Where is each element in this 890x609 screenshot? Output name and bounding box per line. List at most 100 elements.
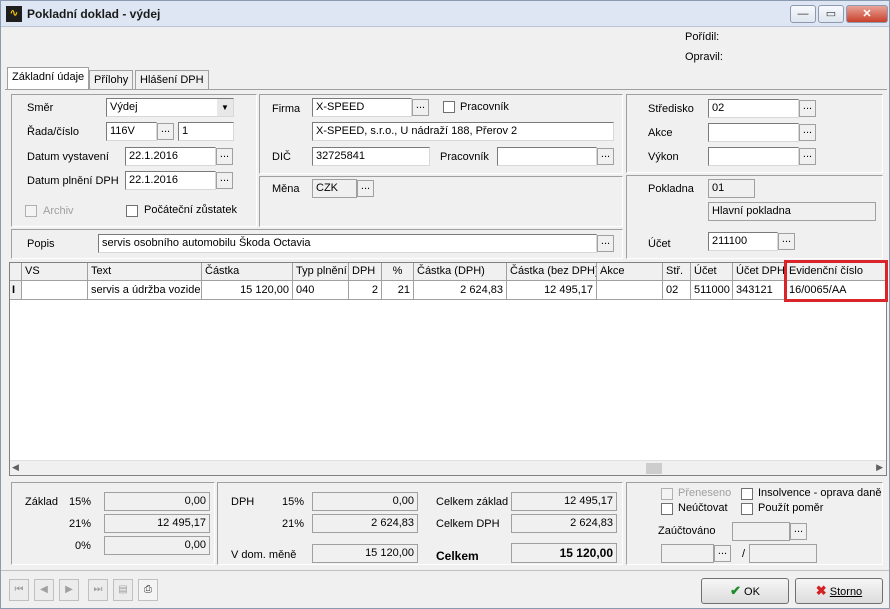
celkem-dph-label: Celkem DPH <box>436 518 500 530</box>
dph-21-label: 21% <box>282 518 305 530</box>
previous-record-icon[interactable]: ◀ <box>34 579 54 601</box>
scroll-left-icon[interactable]: ◀ <box>12 462 19 473</box>
tab-hlaseni-dph[interactable]: Hlášení DPH <box>135 70 209 90</box>
datum-dph-field[interactable]: 22.1.2016 <box>125 171 216 190</box>
storno-button[interactable]: ✖ Storno <box>795 578 883 604</box>
dph-15-value: 0,00 <box>312 492 418 511</box>
preneseno-checkbox[interactable] <box>661 488 673 500</box>
cell-procento[interactable]: 21 <box>382 281 414 300</box>
zauctovano-browse-button[interactable]: ... <box>790 523 807 540</box>
zauctovano-slash: / <box>742 548 746 560</box>
pracovnik-browse-button[interactable]: ... <box>597 148 614 165</box>
firma-browse-button[interactable]: ... <box>412 99 429 116</box>
firma-full-field: X-SPEED, s.r.o., U nádraží 188, Přerov 2 <box>312 122 614 141</box>
rada-browse-button[interactable]: ... <box>157 123 174 140</box>
horizontal-scrollbar[interactable]: ◀ ▶ <box>10 460 886 475</box>
column-header-dph[interactable]: DPH <box>349 263 382 281</box>
neuctovat-checkbox[interactable] <box>661 503 673 515</box>
vykon-field[interactable] <box>708 147 799 166</box>
akce-field[interactable] <box>708 123 799 142</box>
cislo-field[interactable]: 1 <box>178 122 234 141</box>
firma-field[interactable]: X-SPEED <box>312 98 412 117</box>
row-marker: I <box>10 281 22 300</box>
column-header-ucet[interactable]: Účet <box>691 263 733 281</box>
print-icon[interactable]: ⎙ <box>138 579 158 601</box>
datum-dph-picker[interactable]: ... <box>216 172 233 189</box>
zauctovano-label: Zaúčtováno <box>658 525 716 537</box>
smer-select[interactable]: Výdej ▼ <box>106 98 234 117</box>
next-record-icon[interactable]: ▶ <box>59 579 79 601</box>
column-header-procento[interactable]: % <box>382 263 414 281</box>
datum-dph-label: Datum plnění DPH <box>27 175 119 187</box>
dph-label: DPH <box>231 496 255 508</box>
pracovnik-checkbox[interactable] <box>443 101 455 113</box>
archiv-checkbox[interactable] <box>25 205 37 217</box>
popis-label: Popis <box>27 238 55 250</box>
cancel-x-icon: ✖ <box>815 583 827 598</box>
cell-akce[interactable] <box>597 281 663 300</box>
stredisko-browse-button[interactable]: ... <box>799 100 816 117</box>
print-preview-icon[interactable]: ▤ <box>113 579 133 601</box>
pracovnik-checkbox-label: Pracovník <box>460 101 509 113</box>
pocatecni-zustatek-checkbox[interactable] <box>126 205 138 217</box>
cell-typ-plneni[interactable]: 040 <box>293 281 349 300</box>
vykon-browse-button[interactable]: ... <box>799 148 816 165</box>
pracovnik-field[interactable] <box>497 147 597 166</box>
scroll-thumb[interactable] <box>646 463 662 474</box>
datum-vystaveni-field[interactable]: 22.1.2016 <box>125 147 216 166</box>
tab-prilohy[interactable]: Přílohy <box>89 70 134 90</box>
mena-browse-button[interactable]: ... <box>357 180 374 197</box>
insolvence-checkbox[interactable] <box>741 488 753 500</box>
dic-field[interactable]: 32725841 <box>312 147 430 166</box>
cell-ucet-dph[interactable]: 343121 <box>733 281 786 300</box>
cell-castka[interactable]: 15 120,00 <box>202 281 293 300</box>
chevron-down-icon[interactable]: ▼ <box>217 99 233 116</box>
cell-stredisko[interactable]: 02 <box>663 281 691 300</box>
column-header-text[interactable]: Text <box>88 263 202 281</box>
column-header-castka-bez-dph[interactable]: Částka (bez DPH) <box>507 263 597 281</box>
cell-castka-dph[interactable]: 2 624,83 <box>414 281 507 300</box>
datum-vystaveni-picker[interactable]: ... <box>216 148 233 165</box>
stredisko-field[interactable]: 02 <box>708 99 799 118</box>
items-table[interactable]: VS Text Částka Typ plnění DPH % Částka (… <box>9 260 888 476</box>
column-header-castka-dph[interactable]: Částka (DPH) <box>414 263 507 281</box>
column-header-akce[interactable]: Akce <box>597 263 663 281</box>
scroll-right-icon[interactable]: ▶ <box>876 462 883 473</box>
app-icon: ∿ <box>6 6 22 22</box>
tab-zakladni-udaje[interactable]: Základní údaje <box>7 67 90 89</box>
column-header-marker <box>10 263 22 281</box>
ucet-browse-button[interactable]: ... <box>778 233 795 250</box>
column-header-castka[interactable]: Částka <box>202 263 293 281</box>
cell-dph[interactable]: 2 <box>349 281 382 300</box>
archiv-label: Archiv <box>43 205 74 217</box>
close-button[interactable]: ✕ <box>846 5 888 23</box>
v-dom-mene-label: V dom. měně <box>231 549 297 561</box>
column-header-vs[interactable]: VS <box>22 263 88 281</box>
cell-castka-bez-dph[interactable]: 12 495,17 <box>507 281 597 300</box>
minimize-button[interactable]: — <box>790 5 816 23</box>
evidencni-cislo-highlight <box>784 260 888 302</box>
rada-field[interactable]: 116V <box>106 122 157 141</box>
popis-browse-button[interactable]: ... <box>597 235 614 252</box>
last-record-icon[interactable]: ⏭ <box>88 579 108 601</box>
ucet-field[interactable]: 211100 <box>708 232 778 251</box>
cell-ucet[interactable]: 511000 <box>691 281 733 300</box>
zauctovano-date-picker[interactable]: ... <box>714 545 731 562</box>
cell-vs[interactable] <box>22 281 88 300</box>
column-header-typ-plneni[interactable]: Typ plnění <box>293 263 349 281</box>
first-record-icon[interactable]: ⏮ <box>9 579 29 601</box>
maximize-button[interactable]: ▭ <box>818 5 844 23</box>
akce-browse-button[interactable]: ... <box>799 124 816 141</box>
column-header-ucet-dph[interactable]: Účet DPH <box>733 263 786 281</box>
stredisko-label: Středisko <box>648 103 694 115</box>
zauctovano-date-field <box>661 544 714 563</box>
ok-button[interactable]: ✔ OK <box>701 578 789 604</box>
vykon-label: Výkon <box>648 151 679 163</box>
column-header-stredisko[interactable]: Stř. <box>663 263 691 281</box>
pouzit-pomer-checkbox[interactable] <box>741 503 753 515</box>
cell-text[interactable]: servis a údržba vozidel <box>88 281 202 300</box>
celkem-zaklad-label: Celkem základ <box>436 496 509 508</box>
popis-field[interactable]: servis osobního automobilu Škoda Octavia <box>98 234 597 253</box>
porizil-label: Pořídil: <box>685 31 720 43</box>
pocatecni-zustatek-label: Počáteční zůstatek <box>144 204 237 216</box>
